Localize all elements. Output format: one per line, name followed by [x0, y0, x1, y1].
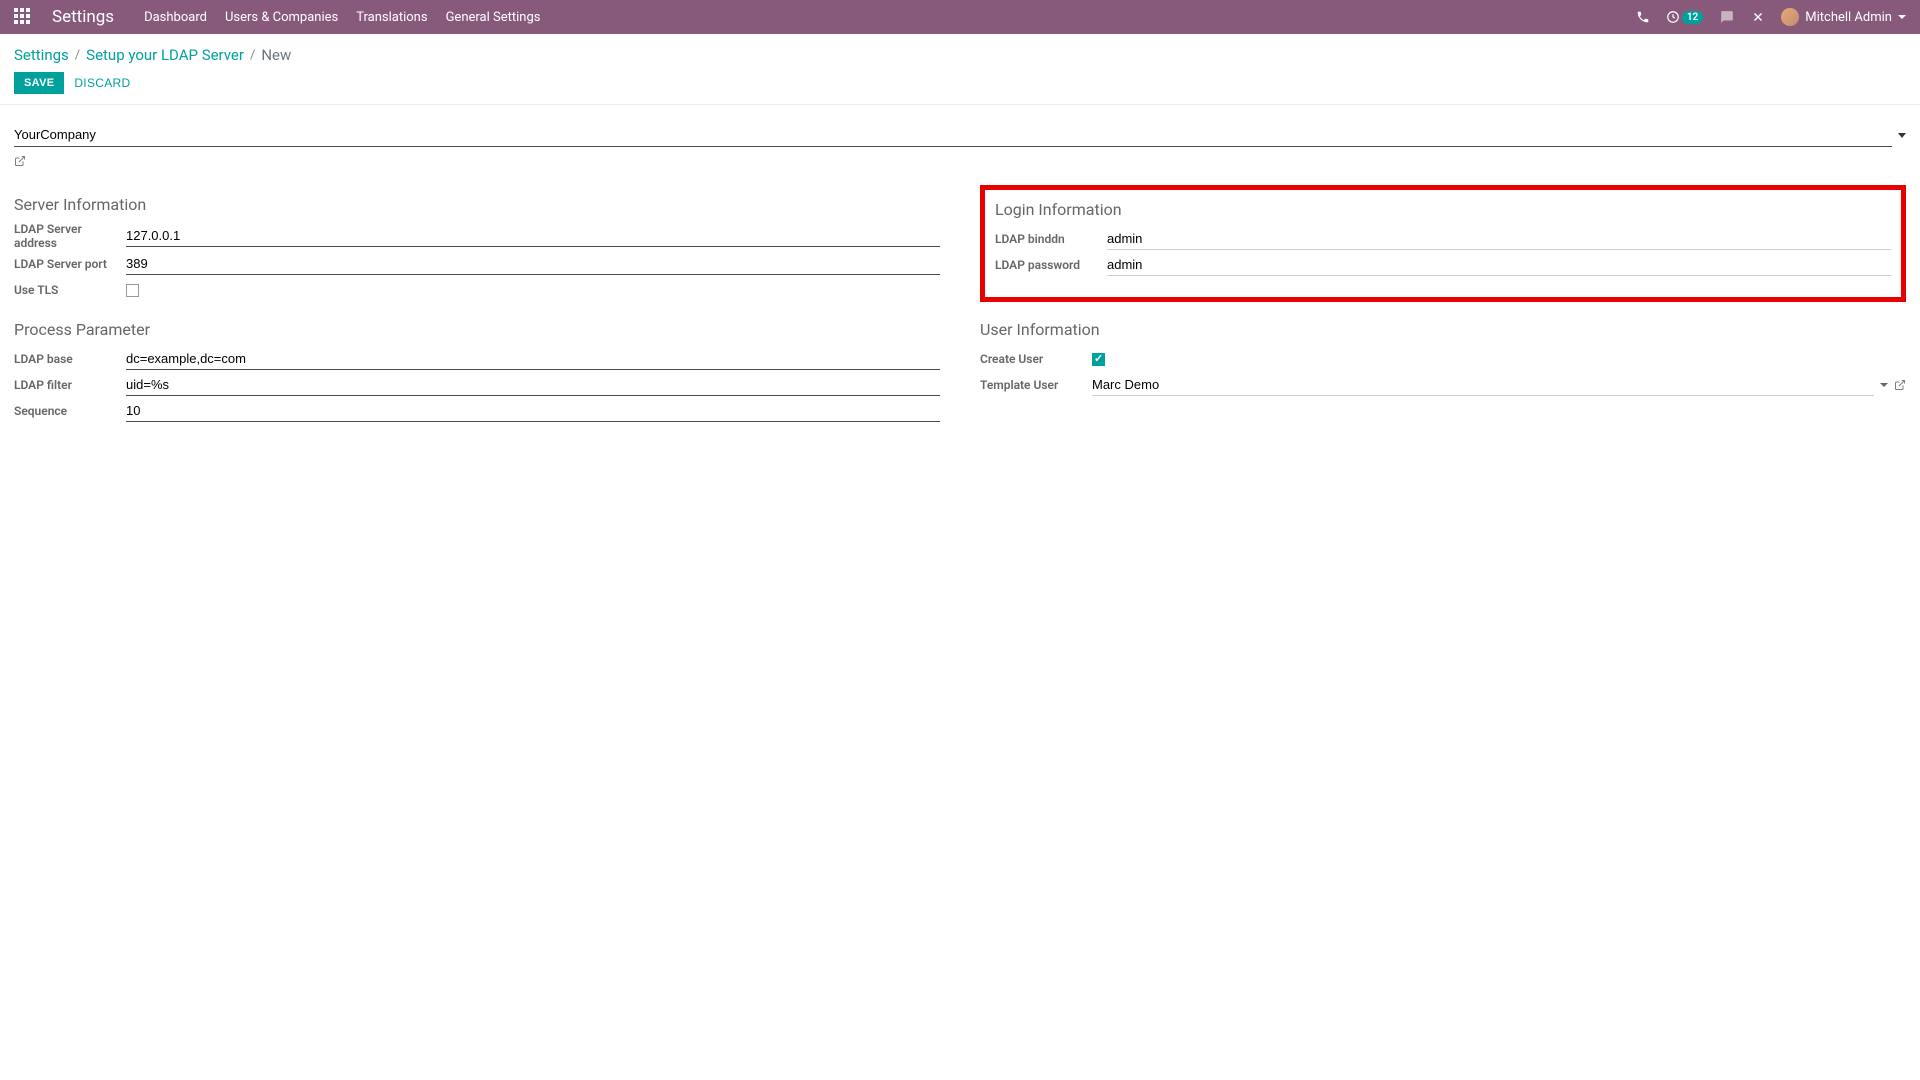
ldap-port-field[interactable] — [126, 253, 940, 275]
apps-icon[interactable] — [14, 8, 32, 26]
section-user-title: User Information — [980, 320, 1906, 339]
activities-badge: 12 — [1682, 11, 1703, 24]
user-name: Mitchell Admin — [1805, 10, 1892, 25]
app-title: Settings — [52, 7, 114, 27]
save-button[interactable]: SAVE — [14, 72, 64, 94]
label-ldap-port: LDAP Server port — [14, 257, 126, 271]
ldap-binddn-field[interactable] — [1107, 228, 1891, 250]
template-user-field[interactable] — [1092, 374, 1874, 396]
close-icon[interactable] — [1751, 10, 1765, 24]
ldap-base-field[interactable] — [126, 348, 940, 370]
external-link-icon[interactable] — [1894, 379, 1906, 391]
avatar — [1781, 8, 1799, 26]
label-create-user: Create User — [980, 352, 1092, 366]
login-info-highlight: Login Information LDAP binddn LDAP passw… — [980, 185, 1906, 302]
create-user-checkbox[interactable] — [1092, 353, 1105, 366]
form-sheet: Server Information LDAP Server address L… — [0, 105, 1920, 443]
chevron-down-icon — [1898, 15, 1906, 19]
use-tls-checkbox[interactable] — [126, 284, 139, 297]
breadcrumb-current: New — [261, 46, 291, 64]
label-sequence: Sequence — [14, 404, 126, 418]
label-ldap-address: LDAP Server address — [14, 222, 126, 250]
nav-translations[interactable]: Translations — [356, 10, 427, 25]
sequence-field[interactable] — [126, 400, 940, 422]
section-server-title: Server Information — [14, 195, 940, 214]
ldap-address-field[interactable] — [126, 225, 940, 247]
action-bar: SAVE DISCARD — [0, 72, 1920, 105]
nav-dashboard[interactable]: Dashboard — [144, 10, 207, 25]
label-binddn: LDAP binddn — [995, 232, 1107, 246]
label-use-tls: Use TLS — [14, 283, 126, 297]
label-ldap-filter: LDAP filter — [14, 378, 126, 392]
phone-icon[interactable] — [1636, 10, 1650, 24]
label-password: LDAP password — [995, 258, 1107, 272]
topbar-nav: Dashboard Users & Companies Translations… — [144, 10, 1636, 25]
topbar: Settings Dashboard Users & Companies Tra… — [0, 0, 1920, 34]
messages-icon[interactable] — [1719, 10, 1735, 24]
section-login-title: Login Information — [995, 200, 1891, 219]
chevron-down-icon[interactable] — [1898, 133, 1906, 138]
topbar-right: 12 Mitchell Admin — [1636, 8, 1906, 26]
section-process-title: Process Parameter — [14, 320, 940, 339]
nav-general-settings[interactable]: General Settings — [446, 10, 541, 25]
ldap-password-field[interactable] — [1107, 254, 1891, 276]
label-ldap-base: LDAP base — [14, 352, 126, 366]
nav-users-companies[interactable]: Users & Companies — [225, 10, 338, 25]
company-field[interactable] — [14, 123, 1892, 147]
ldap-filter-field[interactable] — [126, 374, 940, 396]
chevron-down-icon[interactable] — [1880, 383, 1888, 387]
label-template-user: Template User — [980, 378, 1092, 392]
breadcrumb-settings[interactable]: Settings — [14, 46, 69, 64]
breadcrumb-ldap-list[interactable]: Setup your LDAP Server — [86, 46, 244, 64]
external-link-icon[interactable] — [14, 155, 1906, 167]
discard-button[interactable]: DISCARD — [74, 76, 130, 90]
activities-icon[interactable]: 12 — [1666, 10, 1703, 24]
breadcrumb: Settings / Setup your LDAP Server / New — [0, 34, 1920, 72]
user-menu[interactable]: Mitchell Admin — [1781, 8, 1906, 26]
